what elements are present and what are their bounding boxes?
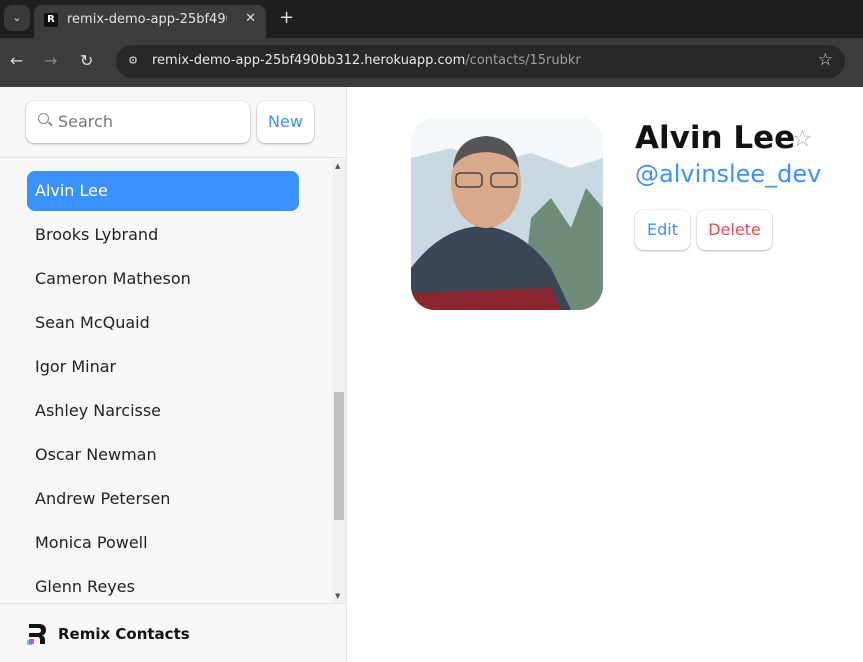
url-text[interactable]: remix-demo-app-25bf490bb312.herokuapp.co… [152, 53, 581, 68]
search-icon [38, 113, 49, 124]
scrollbar-thumb[interactable] [334, 392, 344, 520]
bookmark-star-icon[interactable]: ☆ [818, 50, 833, 70]
new-tab-button[interactable]: + [279, 7, 294, 28]
new-button[interactable]: New [257, 101, 314, 143]
contact-list: ▲ ▼ Alvin Lee Brooks Lybrand Cameron Mathe… [0, 159, 346, 603]
contact-avatar [411, 118, 603, 310]
sidebar-contact-item[interactable]: Andrew Petersen [27, 479, 299, 519]
forward-icon[interactable]: → [44, 51, 57, 70]
tab-title: remix-demo-app-25bf490bb312.herokuapp.co… [67, 12, 227, 27]
close-tab-icon[interactable]: ✕ [245, 11, 256, 26]
sidebar-header: Search New [0, 87, 346, 158]
scroll-up-icon[interactable]: ▲ [335, 162, 340, 170]
search-input[interactable]: Search [26, 101, 250, 143]
edit-button[interactable]: Edit [635, 210, 690, 250]
site-info-icon[interactable]: ⚙ [124, 52, 142, 70]
sidebar-contact-item[interactable]: Monica Powell [27, 523, 299, 563]
back-icon[interactable]: ← [10, 51, 23, 70]
sidebar-contact-item[interactable]: Alvin Lee [27, 171, 299, 211]
sidebar: Search New ▲ ▼ Alvin Lee Brooks Lybrand Ca… [0, 87, 347, 662]
sidebar-contact-item[interactable]: Sean McQuaid [27, 303, 299, 343]
tab-bar: ⌄ R remix-demo-app-25bf490bb312.herokuap… [0, 0, 863, 38]
sidebar-contact-item[interactable]: Oscar Newman [27, 435, 299, 475]
address-bar[interactable]: ⚙ remix-demo-app-25bf490bb312.herokuapp.… [116, 45, 845, 78]
sidebar-contact-item[interactable]: Igor Minar [27, 347, 299, 387]
brand-name: Remix Contacts [58, 625, 190, 643]
browser-tab[interactable]: R remix-demo-app-25bf490bb312.herokuapp.… [34, 5, 266, 38]
scroll-down-icon[interactable]: ▼ [335, 592, 340, 600]
favorite-star-icon[interactable]: ☆ [792, 126, 813, 152]
search-placeholder: Search [58, 112, 113, 131]
tab-search-button[interactable]: ⌄ [4, 5, 30, 31]
browser-toolbar: ← → ↻ ⚙ remix-demo-app-25bf490bb312.hero… [0, 38, 863, 87]
contact-twitter-link[interactable]: @alvinslee_dev [635, 160, 821, 188]
contact-name: Alvin Lee [635, 120, 796, 156]
delete-button[interactable]: Delete [697, 210, 772, 250]
url-path: /contacts/15rubkr [465, 53, 581, 68]
sidebar-contact-item[interactable]: Ashley Narcisse [27, 391, 299, 431]
sidebar-contact-item[interactable]: Cameron Matheson [27, 259, 299, 299]
sidebar-contact-item[interactable]: Brooks Lybrand [27, 215, 299, 255]
url-host: remix-demo-app-25bf490bb312.herokuapp.co… [152, 53, 466, 68]
remix-logo-icon [27, 624, 46, 645]
scrollbar[interactable]: ▲ ▼ [332, 159, 346, 603]
reload-icon[interactable]: ↻ [80, 51, 93, 70]
remix-favicon-icon: R [44, 13, 58, 27]
sidebar-footer: Remix Contacts [0, 603, 346, 662]
sidebar-contact-item[interactable]: Glenn Reyes [27, 567, 299, 603]
